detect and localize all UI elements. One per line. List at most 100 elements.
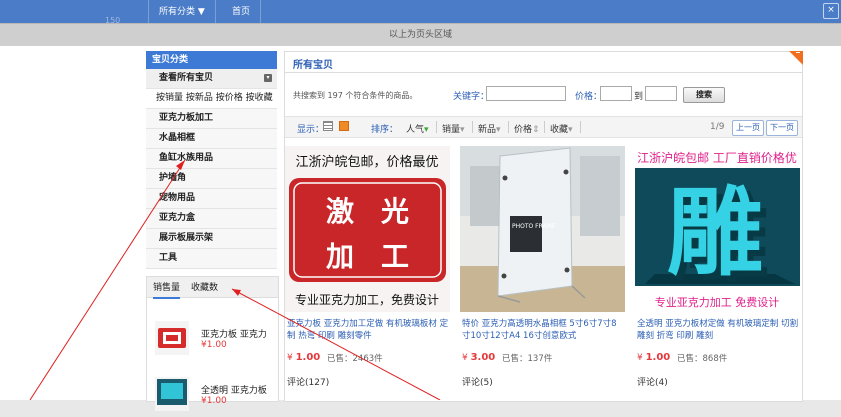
prev-page-button[interactable]: 上一页 bbox=[732, 120, 764, 136]
price-symbol: ¥ bbox=[287, 353, 296, 363]
keyword-input[interactable] bbox=[486, 86, 566, 101]
price-min-input[interactable] bbox=[600, 86, 632, 101]
carving-banner-image: 江浙沪皖包邮 工厂直销价格优 雕 雕 专业亚克力加工 免费设计 bbox=[635, 146, 800, 312]
product-sold-count: 已售：868件 bbox=[677, 354, 728, 364]
product-sold-count: 已售：2463件 bbox=[327, 354, 383, 364]
search-row: 共搜索到 197 个符合条件的商品。 关键字： 价格： 到 搜索 bbox=[285, 78, 802, 114]
price-value: 1.00 bbox=[295, 352, 321, 363]
carved-char: 雕 bbox=[667, 176, 763, 289]
page-title: 所有宝贝 bbox=[293, 60, 333, 71]
view-all-items-link[interactable]: 查看所有宝贝 ▾ bbox=[146, 69, 277, 89]
banner-top-text: 江浙沪皖包邮 工厂直销价格优 bbox=[637, 150, 797, 165]
price-to-label: 到 bbox=[634, 92, 644, 102]
ranking-panel: 销售量 收藏数 亚克力板 亚克力 ¥1.00 全透明 亚克力板 ¥1.00 bbox=[146, 276, 279, 411]
category-panel-title: 宝贝分类 bbox=[146, 51, 277, 69]
product-thumbnail[interactable] bbox=[155, 377, 189, 411]
page-indicator: 1/9 bbox=[710, 122, 725, 132]
ranking-tabs: 销售量 收藏数 bbox=[147, 277, 278, 299]
divider bbox=[472, 121, 473, 133]
sort-newest-label: 新品 bbox=[478, 125, 497, 135]
divider bbox=[508, 121, 509, 133]
banner-bottom-text: 专业亚克力加工 免费设计 bbox=[655, 295, 780, 309]
sort-newest[interactable]: 新品▾ bbox=[478, 122, 501, 135]
list-view-icon[interactable] bbox=[323, 121, 333, 131]
nav-all-categories[interactable]: 所有分类 ▼ bbox=[148, 0, 216, 23]
category-item[interactable]: 鱼缸水族用品 bbox=[146, 149, 277, 169]
divider bbox=[436, 121, 437, 133]
product-title[interactable]: 全透明 亚克力板材定做 有机玻璃定制 切割雕刻 折弯 印刷 雕刻 bbox=[637, 318, 800, 344]
product-price: ¥ 1.00 bbox=[287, 352, 320, 363]
product-thumbnail[interactable] bbox=[155, 321, 189, 355]
product-card[interactable]: 江浙沪皖包邮，价格最优 激 光 加 工 专业亚克力加工，免费设计 亚克力板 亚克… bbox=[285, 146, 450, 401]
category-item[interactable]: 亚克力板加工 bbox=[146, 109, 277, 129]
corner-badge-icon bbox=[789, 51, 803, 65]
sort-sales[interactable]: 销量▾ bbox=[442, 122, 465, 135]
price-symbol: ¥ bbox=[637, 353, 646, 363]
main-title-bar: 所有宝贝 bbox=[285, 52, 802, 73]
stamp-char: 工 bbox=[381, 240, 409, 273]
ranking-item-name[interactable]: 亚克力板 亚克力 bbox=[201, 327, 267, 340]
ranking-item-price: ¥1.00 bbox=[201, 396, 227, 406]
category-item[interactable]: 护墙角 bbox=[146, 169, 277, 189]
product-title[interactable]: 特价 亚克力高透明水晶相框 5寸6寸7寸8寸10寸12寸A4 16寸创意欧式 bbox=[462, 318, 625, 344]
ranking-item[interactable]: 亚克力板 亚克力 ¥1.00 bbox=[155, 321, 275, 361]
view-all-label: 查看所有宝贝 bbox=[159, 73, 214, 83]
result-count-text: 共搜索到 197 个符合条件的商品。 bbox=[293, 91, 418, 100]
price-symbol: ¥ bbox=[462, 353, 471, 363]
ranking-item-price: ¥1.00 bbox=[201, 340, 227, 350]
category-sort-links[interactable]: 按销量 按新品 按价格 按收藏 bbox=[146, 89, 277, 109]
product-image[interactable]: 江浙沪皖包邮，价格最优 激 光 加 工 专业亚克力加工，免费设计 bbox=[285, 146, 450, 312]
product-price: ¥ 1.00 bbox=[637, 352, 670, 363]
main-content: 所有宝贝 共搜索到 197 个符合条件的商品。 关键字： 价格： 到 搜索 显示… bbox=[284, 51, 803, 402]
price-max-input[interactable] bbox=[645, 86, 677, 101]
category-item[interactable]: 亚克力盒 bbox=[146, 209, 277, 229]
next-page-button[interactable]: 下一页 bbox=[766, 120, 798, 136]
close-icon[interactable]: × bbox=[823, 3, 839, 19]
product-comments-link[interactable]: 评论(5) bbox=[462, 375, 493, 388]
tab-favorites[interactable]: 收藏数 bbox=[191, 277, 218, 297]
sort-favorites-label: 收藏 bbox=[550, 125, 569, 135]
price-value: 3.00 bbox=[470, 352, 496, 363]
product-comments-link[interactable]: 评论(4) bbox=[637, 375, 668, 388]
banner-bottom-text: 专业亚克力加工，免费设计 bbox=[295, 292, 439, 307]
sort-price[interactable]: 价格⇕ bbox=[514, 122, 540, 135]
banner-top-text: 江浙沪皖包邮，价格最优 bbox=[295, 154, 438, 170]
category-panel: 宝贝分类 查看所有宝贝 ▾ 按销量 按新品 按价格 按收藏 亚克力板加工 水晶相… bbox=[146, 51, 277, 269]
keyword-label: 关键字： bbox=[453, 92, 490, 102]
category-item[interactable]: 宠物用品 bbox=[146, 189, 277, 209]
laser-cutting-banner-image: 江浙沪皖包邮，价格最优 激 光 加 工 专业亚克力加工，免费设计 bbox=[285, 146, 450, 312]
product-image[interactable]: PHOTO FRAME bbox=[460, 146, 625, 312]
sort-toolbar: 显示： 排序： 人气▾ 销量▾ 新品▾ 价格⇕ 收藏▾ 1/9 上一页 下一页 bbox=[285, 116, 802, 138]
display-label: 显示： bbox=[297, 125, 325, 135]
category-item[interactable]: 水晶相框 bbox=[146, 129, 277, 149]
sort-sales-label: 销量 bbox=[442, 125, 461, 135]
sort-price-label: 价格 bbox=[514, 125, 533, 135]
acrylic-photo-frame-image: PHOTO FRAME bbox=[460, 146, 625, 312]
product-comments-link[interactable]: 评论(127) bbox=[287, 375, 329, 388]
product-card[interactable]: 江浙沪皖包邮 工厂直销价格优 雕 雕 专业亚克力加工 免费设计 全透明 亚克力板… bbox=[635, 146, 800, 401]
sort-arrow-icon: ▾ bbox=[568, 125, 573, 135]
search-button[interactable]: 搜索 bbox=[683, 87, 725, 103]
sort-arrow-icon: ▾ bbox=[460, 125, 465, 135]
sort-arrow-icon: ⇕ bbox=[532, 125, 540, 135]
sort-label: 排序： bbox=[371, 125, 399, 135]
ranking-item[interactable]: 全透明 亚克力板 ¥1.00 bbox=[155, 377, 275, 417]
sort-arrow-icon: ▾ bbox=[496, 125, 501, 135]
sort-favorites[interactable]: 收藏▾ bbox=[550, 122, 573, 135]
divider bbox=[580, 121, 581, 133]
stamp-char: 加 bbox=[326, 240, 354, 273]
category-item[interactable]: 展示板展示架 bbox=[146, 229, 277, 249]
product-price: ¥ 3.00 bbox=[462, 352, 495, 363]
sort-popularity[interactable]: 人气▾ bbox=[406, 122, 429, 135]
tab-sales[interactable]: 销售量 bbox=[153, 277, 181, 299]
nav-home[interactable]: 首页 bbox=[222, 0, 262, 23]
product-card[interactable]: PHOTO FRAME 特价 亚克力高透明水晶相框 5寸6寸7寸8寸10寸12寸… bbox=[460, 146, 625, 401]
category-item[interactable]: 工具 bbox=[146, 249, 277, 269]
collapse-toggle-icon[interactable]: ▾ bbox=[264, 74, 272, 82]
top-navigation-bar: 150 所有分类 ▼ 首页 × bbox=[0, 0, 841, 25]
ranking-item-name[interactable]: 全透明 亚克力板 bbox=[201, 383, 267, 396]
product-title[interactable]: 亚克力板 亚克力加工定做 有机玻璃板材 定制 热弯 印刷 雕刻零件 bbox=[287, 318, 450, 344]
product-image[interactable]: 江浙沪皖包邮 工厂直销价格优 雕 雕 专业亚克力加工 免费设计 bbox=[635, 146, 800, 312]
grid-view-icon[interactable] bbox=[339, 121, 349, 131]
frame-label-text: PHOTO FRAME bbox=[512, 223, 556, 230]
